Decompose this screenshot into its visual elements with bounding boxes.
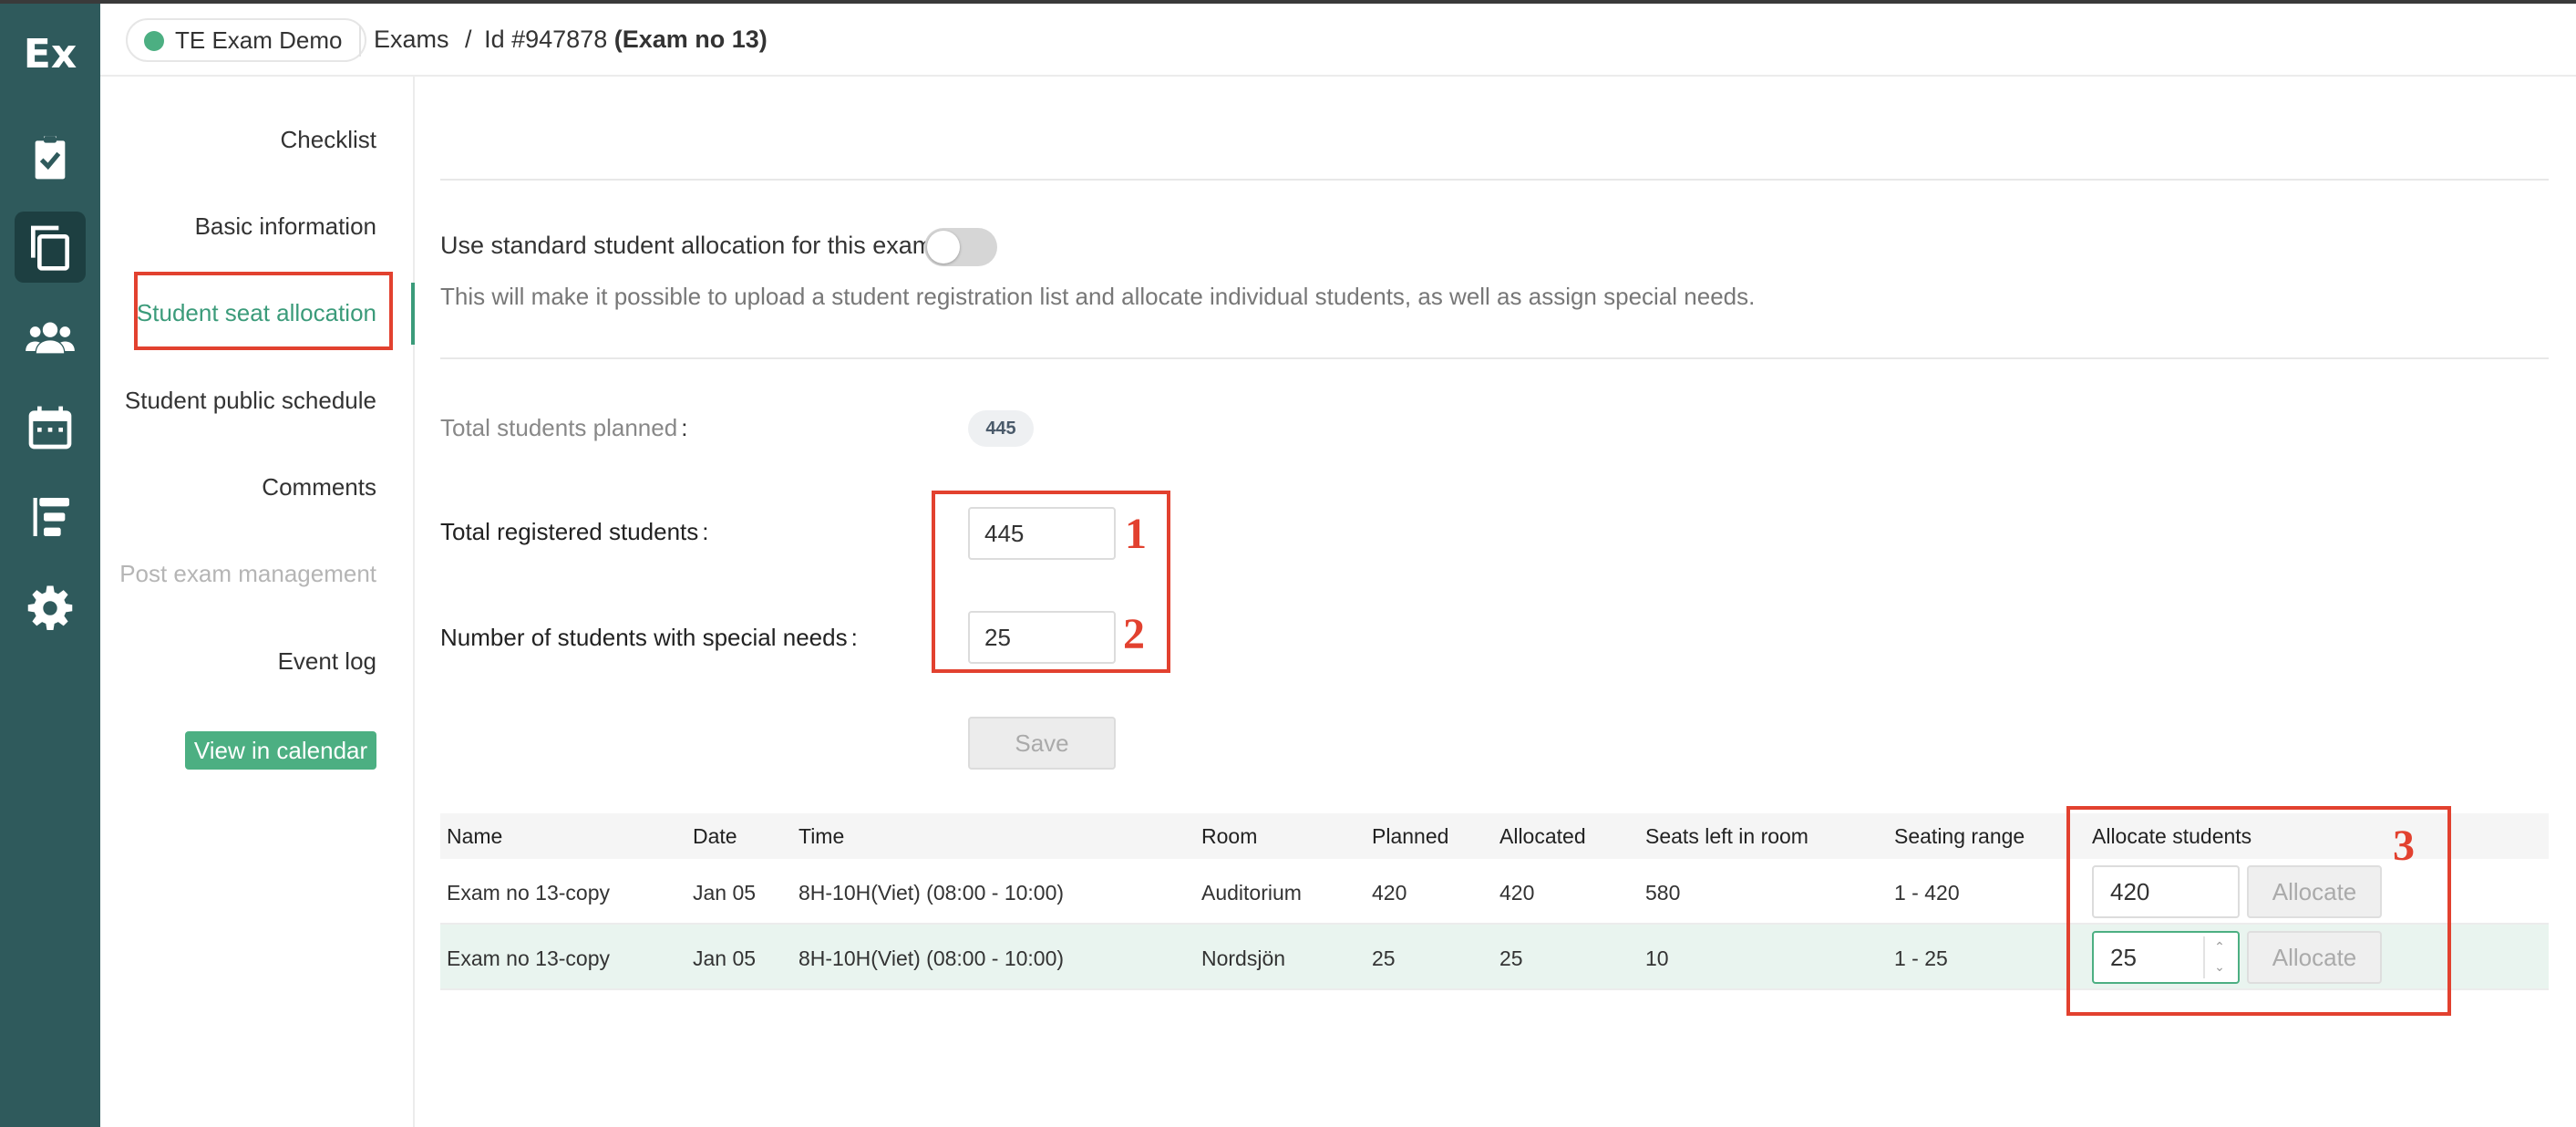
breadcrumb-exam-id: Id #947878: [484, 26, 608, 53]
nav-basic-information[interactable]: Basic information: [195, 212, 376, 241]
top-header: TE Exam Demo Exams / Id #947878 (Exam no…: [100, 4, 2576, 77]
gear-icon[interactable]: [15, 573, 86, 644]
standard-allocation-description: This will make it possible to upload a s…: [440, 283, 1756, 310]
total-planned-badge: 445: [968, 410, 1034, 447]
row-seats-left: 580: [1645, 881, 1681, 905]
col-header-seating-range: Seating range: [1894, 824, 2025, 848]
total-planned-label: Total students planned:: [440, 414, 688, 441]
row-time: 8H-10H(Viet) (08:00 - 10:00): [799, 946, 1065, 970]
annotation-marker-2: 2: [1123, 610, 1145, 658]
save-button[interactable]: Save: [968, 717, 1116, 770]
row-name: Exam no 13-copy: [447, 881, 610, 905]
row-seating-range: 1 - 420: [1894, 881, 1960, 905]
nav-active-indicator: [411, 283, 415, 345]
users-icon[interactable]: [15, 303, 86, 374]
breadcrumb-exams-link[interactable]: Exams: [374, 26, 449, 53]
col-header-name: Name: [447, 824, 503, 848]
clipboard-check-icon[interactable]: [15, 122, 86, 193]
row-room: Auditorium: [1201, 881, 1302, 905]
view-in-calendar-button[interactable]: View in calendar: [185, 731, 376, 770]
row-time: 8H-10H(Viet) (08:00 - 10:00): [799, 881, 1065, 905]
standard-allocation-toggle[interactable]: [924, 228, 997, 266]
standard-allocation-label: Use standard student allocation for this…: [440, 232, 933, 259]
app-logo[interactable]: Ex: [0, 31, 100, 78]
section-divider-middle: [440, 357, 2549, 359]
header-divider: [359, 26, 361, 57]
nav-student-public-schedule[interactable]: Student public schedule: [125, 387, 376, 415]
toggle-knob: [927, 231, 960, 264]
row-planned: 25: [1372, 946, 1396, 970]
row-seats-left: 10: [1645, 946, 1669, 970]
breadcrumb-separator: /: [465, 26, 472, 53]
col-header-planned: Planned: [1372, 824, 1449, 848]
annotation-box-nav: [134, 272, 393, 350]
section-divider-top: [440, 179, 2549, 181]
environment-badge[interactable]: TE Exam Demo: [126, 18, 366, 62]
calendar-icon[interactable]: [15, 392, 86, 463]
nav-post-exam-management: Post exam management: [119, 560, 376, 587]
copy-icon[interactable]: [15, 212, 86, 283]
nav-comments[interactable]: Comments: [262, 473, 376, 501]
row-seating-range: 1 - 25: [1894, 946, 1948, 970]
col-header-allocated: Allocated: [1499, 824, 1586, 848]
app-icon-rail: Ex: [0, 4, 100, 1127]
col-header-seats-left: Seats left in room: [1645, 824, 1808, 848]
total-registered-label: Total registered students:: [440, 518, 709, 545]
nav-event-log[interactable]: Event log: [278, 647, 376, 676]
row-date: Jan 05: [693, 881, 757, 905]
nav-checklist[interactable]: Checklist: [281, 126, 376, 154]
environment-name: TE Exam Demo: [175, 26, 343, 54]
hierarchy-icon[interactable]: [15, 481, 86, 553]
annotation-marker-1: 1: [1125, 510, 1147, 558]
special-needs-label: Number of students with special needs:: [440, 624, 858, 651]
row-allocated: 25: [1499, 946, 1523, 970]
row-allocated: 420: [1499, 881, 1535, 905]
row-date: Jan 05: [693, 946, 757, 970]
annotation-marker-3: 3: [2393, 822, 2415, 870]
environment-status-dot: [144, 31, 164, 51]
col-header-time: Time: [799, 824, 845, 848]
exam-subnav: Checklist Basic information Student seat…: [100, 77, 415, 1127]
row-name: Exam no 13-copy: [447, 946, 610, 970]
row-planned: 420: [1372, 881, 1407, 905]
col-header-date: Date: [693, 824, 737, 848]
row-room: Nordsjön: [1201, 946, 1286, 970]
col-header-room: Room: [1201, 824, 1258, 848]
breadcrumb: Exams / Id #947878 (Exam no 13): [374, 26, 768, 54]
breadcrumb-exam-name: (Exam no 13): [613, 26, 768, 53]
